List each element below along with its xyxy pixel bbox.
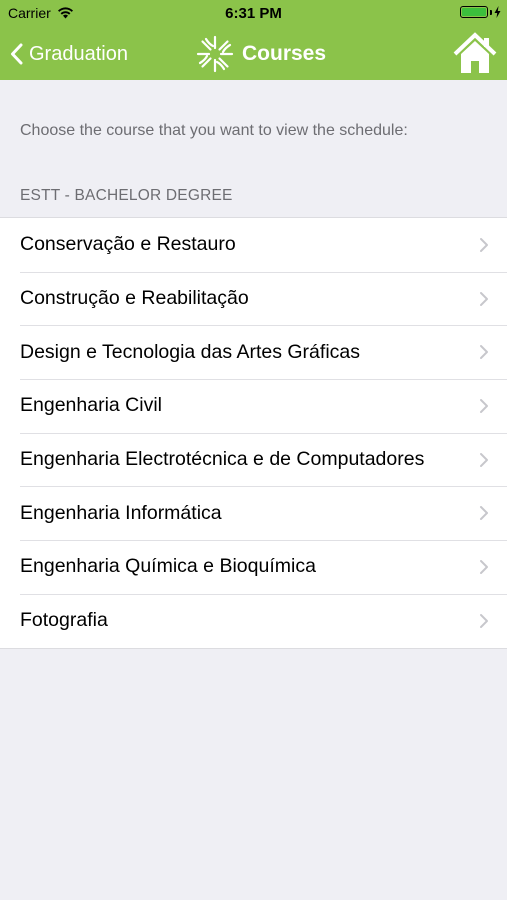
chevron-right-icon	[480, 345, 488, 360]
course-label: Fotografia	[20, 609, 108, 632]
status-right	[460, 6, 501, 18]
course-row-construcao-e-reabilitacao[interactable]: Construção e Reabilitação	[0, 271, 507, 326]
battery-icon	[460, 6, 488, 18]
chevron-right-icon	[480, 398, 488, 413]
chevron-right-icon	[480, 237, 488, 252]
chevron-right-icon	[480, 506, 488, 521]
course-row-conservacao-e-restauro[interactable]: Conservação e Restauro	[0, 218, 507, 272]
home-icon	[453, 32, 497, 73]
course-label: Engenharia Informática	[20, 501, 222, 524]
course-row-engenharia-informatica[interactable]: Engenharia Informática	[0, 486, 507, 540]
course-label: Design e Tecnologia das Artes Gráficas	[20, 340, 360, 363]
home-button[interactable]	[453, 32, 497, 76]
course-label: Engenharia Electrotécnica e de Computado…	[20, 448, 425, 471]
course-row-design-e-tecnologia[interactable]: Design e Tecnologia das Artes Gráficas	[0, 325, 507, 379]
battery-level	[462, 8, 486, 16]
course-label: Engenharia Civil	[20, 394, 162, 417]
page-title-text: Courses	[242, 42, 327, 65]
back-button[interactable]: Graduation	[10, 38, 128, 70]
chevron-right-icon	[480, 613, 488, 628]
chevron-right-icon	[480, 452, 488, 467]
chevron-right-icon	[480, 291, 488, 306]
charging-bolt-icon	[494, 6, 501, 18]
battery-nub	[490, 9, 492, 15]
asterisk-logo-icon	[196, 35, 234, 73]
chevron-left-icon	[11, 43, 23, 65]
instruction-text: Choose the course that you want to view …	[20, 122, 408, 139]
status-time: 6:31 PM	[225, 5, 282, 22]
course-row-engenharia-electrotecnica[interactable]: Engenharia Electrotécnica e de Computado…	[0, 432, 507, 487]
page-title: Courses	[196, 34, 326, 74]
chevron-right-icon	[480, 559, 488, 574]
back-button-label: Graduation	[29, 42, 128, 65]
navigation-bar: Graduation Courses	[0, 28, 507, 80]
course-row-engenharia-quimica[interactable]: Engenharia Química e Bioquímica	[0, 540, 507, 594]
status-bar: Carrier 6:31 PM	[0, 0, 507, 28]
course-label: Engenharia Química e Bioquímica	[20, 555, 316, 578]
section-header: ESTT - BACHELOR DEGREE	[20, 187, 233, 204]
course-row-engenharia-civil[interactable]: Engenharia Civil	[0, 379, 507, 433]
course-list: Conservação e Restauro Construção e Reab…	[0, 217, 507, 649]
course-label: Construção e Reabilitação	[20, 287, 249, 310]
course-label: Conservação e Restauro	[20, 233, 236, 256]
course-row-fotografia[interactable]: Fotografia	[0, 593, 507, 648]
